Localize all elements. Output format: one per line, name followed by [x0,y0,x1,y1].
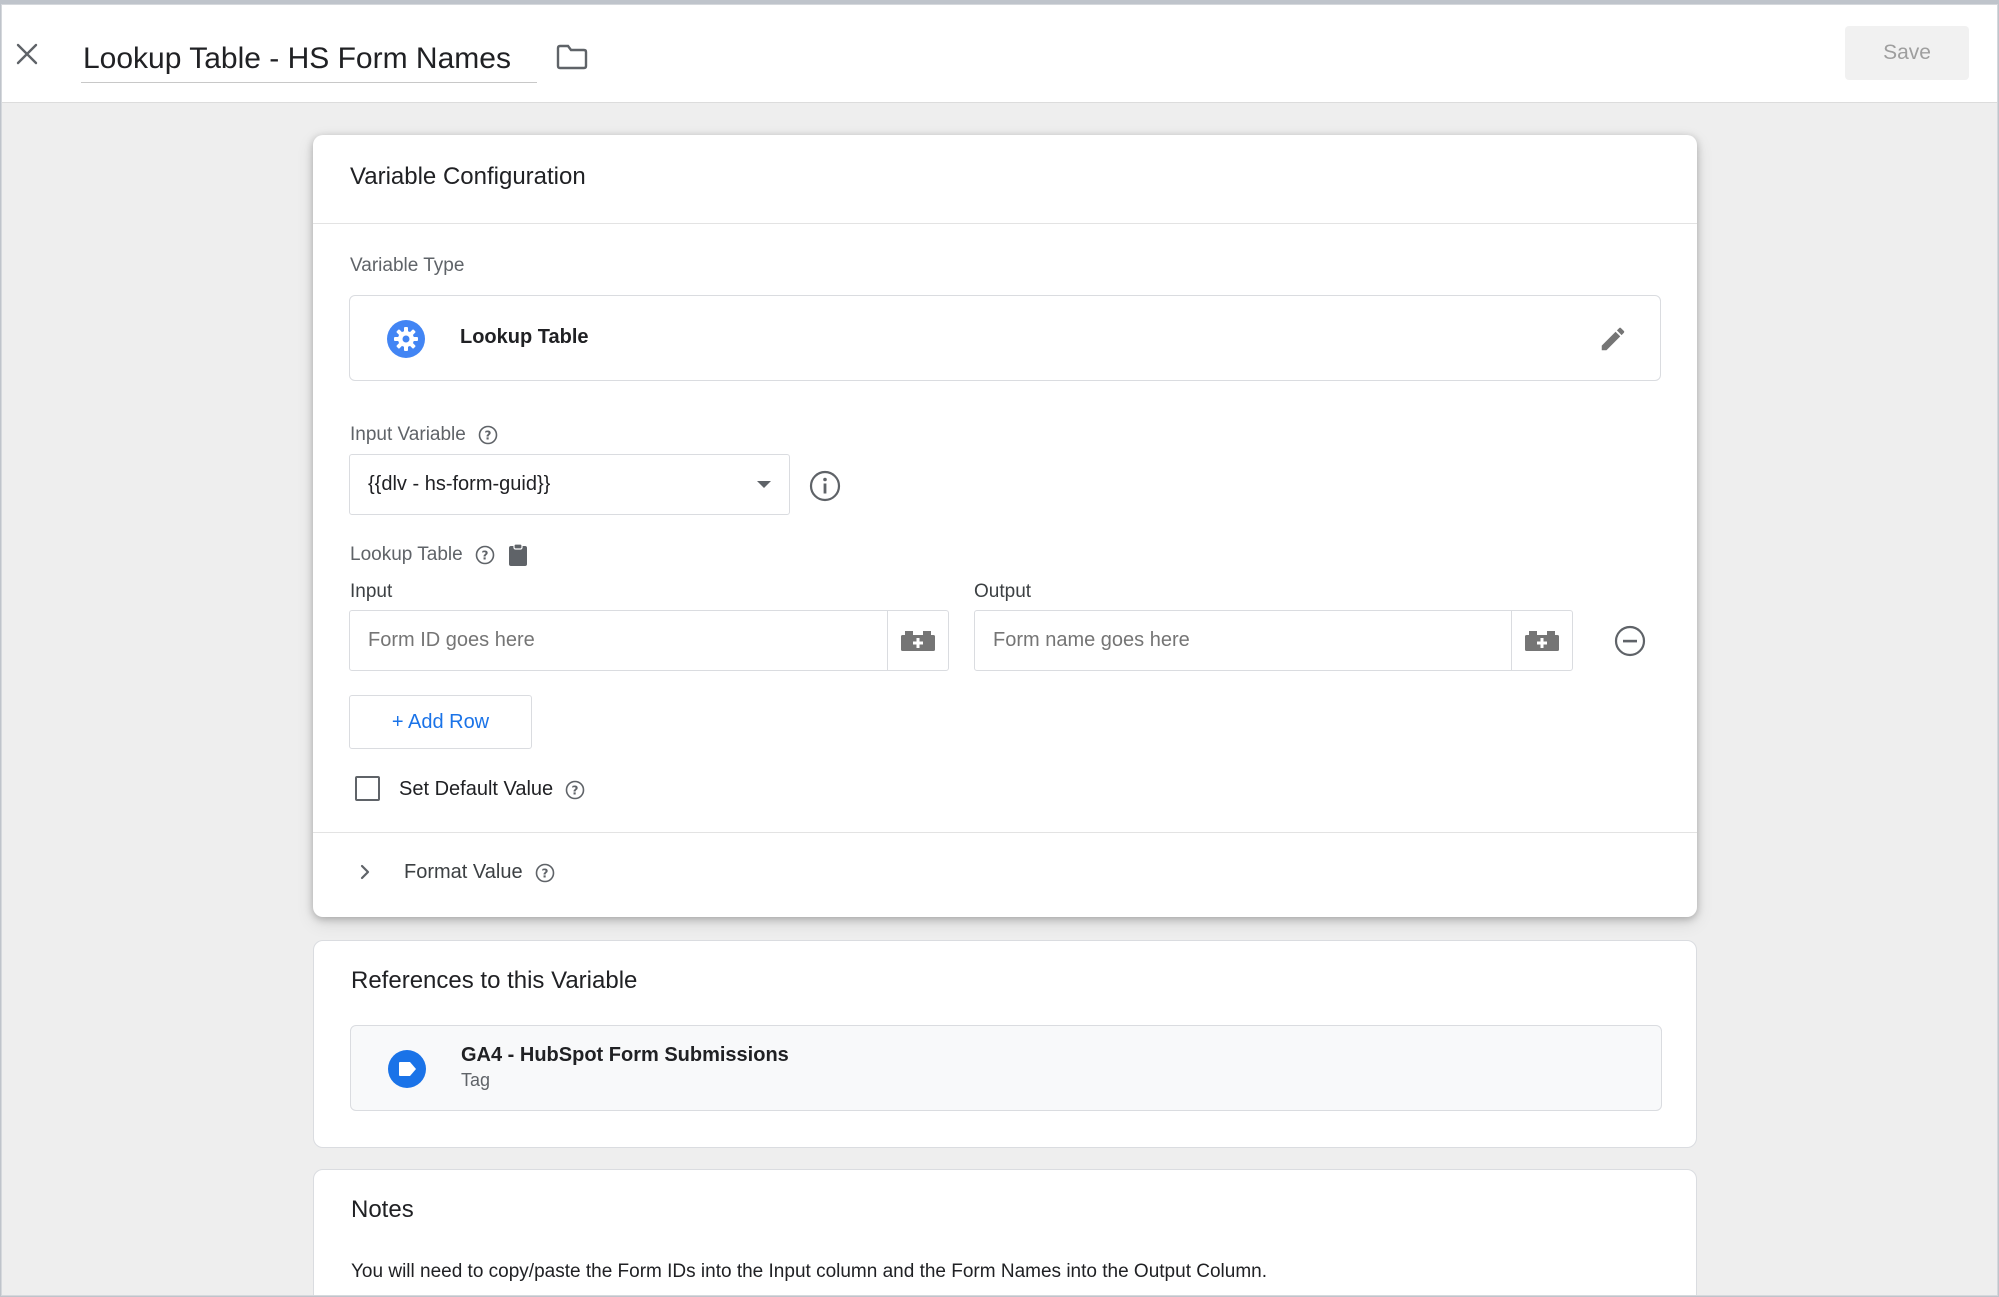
set-default-label-text: Set Default Value [399,778,554,800]
card-title: Variable Configuration [350,163,586,190]
lookup-output-field [974,610,1573,671]
minus-circle-icon [1614,625,1646,657]
folder-icon [556,44,588,70]
input-variable-label-text: Input Variable [350,424,466,445]
help-icon[interactable]: ? [478,425,498,445]
reference-type: Tag [461,1070,491,1090]
insert-variable-button[interactable] [887,611,948,670]
folder-button[interactable] [554,41,590,73]
variable-type-label: Variable Type [350,255,465,276]
variable-editor-window: Save Variable Configuration Variable Typ… [1,4,1998,1296]
clipboard-button[interactable] [507,543,529,567]
svg-text:?: ? [541,866,548,880]
input-column-header: Input [350,581,393,602]
card-title: References to this Variable [351,967,638,994]
help-icon[interactable]: ? [475,545,495,565]
lookup-table-label-text: Lookup Table [350,544,463,565]
insert-variable-button[interactable] [1511,611,1572,670]
variable-brick-icon [901,630,935,651]
reference-item[interactable]: GA4 - HubSpot Form Submissions Tag [350,1025,1662,1111]
format-value-label-text[interactable]: Format Value [404,861,523,884]
close-button[interactable] [12,39,42,69]
output-column-header: Output [974,581,1032,602]
divider [313,832,1697,833]
info-button[interactable] [808,469,842,503]
variable-type-selector[interactable]: Lookup Table [349,295,1661,381]
input-variable-value: {{dlv - hs-form-guid}} [368,473,551,495]
close-icon [16,43,38,65]
save-button[interactable]: Save [1845,26,1969,80]
notes-text[interactable]: You will need to copy/paste the Form IDs… [351,1261,1267,1283]
clipboard-icon [508,543,527,566]
help-icon[interactable]: ? [565,780,585,800]
lookup-input-text[interactable] [350,611,888,670]
input-variable-dropdown[interactable]: {{dlv - hs-form-guid}} [349,454,790,515]
notes-card: Notes You will need to copy/paste the Fo… [313,1169,1697,1295]
set-default-label: Set Default Value ? [399,778,585,801]
remove-row-button[interactable] [1613,624,1647,658]
format-value-label: Format Value ? [404,861,555,884]
variable-type-name: Lookup Table [460,326,589,348]
reference-name: GA4 - HubSpot Form Submissions [461,1044,789,1066]
add-row-button[interactable]: + Add Row [349,695,532,749]
lookup-output-text[interactable] [975,611,1512,670]
format-value-expand[interactable] [353,857,377,887]
chevron-right-icon [360,864,370,880]
gear-icon [387,320,425,358]
svg-text:?: ? [481,549,488,563]
variable-configuration-card: Variable Configuration Variable Type Loo… [313,135,1697,917]
lookup-table-label: Lookup Table ? [350,543,529,567]
variable-brick-icon [1525,630,1559,651]
edit-button[interactable] [1596,322,1630,356]
tag-icon [388,1050,426,1088]
info-icon [809,470,841,502]
lookup-input-field [349,610,949,671]
svg-text:?: ? [572,783,579,797]
dropdown-arrow-icon [757,481,771,488]
variable-name-input[interactable] [81,35,537,83]
set-default-checkbox[interactable] [355,776,380,801]
help-icon[interactable]: ? [535,863,555,883]
card-title: Notes [351,1196,414,1223]
references-card: References to this Variable GA4 - HubSpo… [313,940,1697,1148]
input-variable-label: Input Variable ? [350,424,498,446]
top-bar: Save [2,5,1997,103]
svg-text:?: ? [484,429,491,443]
divider [313,223,1697,224]
pencil-icon [1601,327,1625,351]
